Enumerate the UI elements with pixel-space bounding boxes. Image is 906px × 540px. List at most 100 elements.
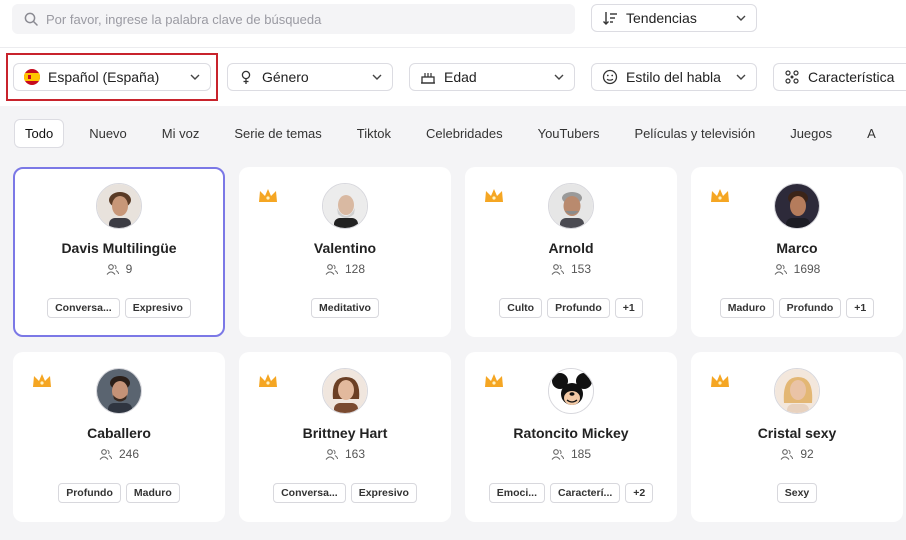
likes-value: 163 — [344, 447, 366, 461]
likes-value: 128 — [344, 262, 366, 276]
age-label: Edad — [444, 69, 477, 85]
voice-name: Davis Multilingüe — [61, 240, 177, 256]
sort-icon — [603, 12, 617, 25]
avatar — [774, 183, 820, 229]
voice-card[interactable]: Cristal sexy 92 Sexy — [691, 352, 903, 522]
voice-name: Ratoncito Mickey — [513, 425, 629, 441]
tag: Emoci... — [488, 483, 545, 503]
likes-count: 128 — [239, 262, 451, 276]
tag-list: Sexy — [691, 483, 903, 503]
tab-todo[interactable]: Todo — [14, 118, 65, 148]
tab-mi-voz[interactable]: Mi voz — [152, 120, 210, 147]
smiley-icon — [602, 69, 618, 85]
tag-list: Meditativo — [239, 298, 451, 318]
voice-card[interactable]: Caballero 246 Profundo Maduro — [13, 352, 225, 522]
likes-count: 163 — [239, 447, 451, 461]
search-input[interactable] — [46, 11, 526, 27]
tag: +2 — [625, 483, 654, 503]
tag-list: Maduro Profundo +1 — [691, 298, 903, 318]
cake-icon — [421, 73, 435, 84]
crown-icon — [485, 189, 503, 202]
users-icon — [551, 263, 564, 275]
avatar — [548, 183, 594, 229]
tag-list: Conversa... Expresivo — [239, 483, 451, 503]
likes-count: 1698 — [691, 262, 903, 276]
likes-value: 153 — [570, 262, 592, 276]
tab-serie-de-temas[interactable]: Serie de temas — [224, 120, 331, 147]
category-tabs: Todo Nuevo Mi voz Serie de temas Tiktok … — [0, 106, 906, 160]
likes-value: 185 — [570, 447, 592, 461]
tab-youtubers[interactable]: YouTubers — [528, 120, 610, 147]
voice-name: Cristal sexy — [757, 425, 837, 441]
search-box[interactable] — [12, 4, 575, 34]
voice-name: Caballero — [87, 425, 151, 441]
tag-list: Profundo Maduro — [13, 483, 225, 503]
gender-label: Género — [262, 69, 309, 85]
tag: Conversa... — [47, 298, 120, 318]
tab-overflow[interactable]: A — [857, 120, 886, 147]
tag: Caracterí... — [550, 483, 621, 503]
age-dropdown[interactable]: Edad — [409, 63, 575, 91]
users-icon — [774, 263, 787, 275]
chevron-down-icon — [554, 74, 564, 80]
top-bar: Tendencias — [0, 0, 906, 48]
gender-dropdown[interactable]: Género — [227, 63, 393, 91]
sort-dropdown[interactable]: Tendencias — [591, 4, 757, 32]
voice-card[interactable]: Davis Multilingüe 9 Conversa... Expresiv… — [13, 167, 225, 337]
tab-tiktok[interactable]: Tiktok — [347, 120, 401, 147]
voice-name: Valentino — [313, 240, 377, 256]
tab-peliculas-y-television[interactable]: Películas y televisión — [625, 120, 766, 147]
tab-celebridades[interactable]: Celebridades — [416, 120, 513, 147]
gender-icon — [241, 70, 251, 84]
language-highlight-box — [6, 53, 218, 101]
crown-icon — [485, 374, 503, 387]
voice-name: Marco — [776, 240, 818, 256]
tab-nuevo[interactable]: Nuevo — [79, 120, 137, 147]
likes-count: 92 — [691, 447, 903, 461]
sparkles-icon — [785, 70, 799, 84]
voice-card[interactable]: Ratoncito Mickey 185 Emoci... Caracterí.… — [465, 352, 677, 522]
users-icon — [99, 448, 112, 460]
chevron-down-icon — [372, 74, 382, 80]
filter-bar: Español (España) Género Edad Estilo del … — [0, 48, 906, 106]
users-icon — [325, 263, 338, 275]
tag: Expresivo — [124, 298, 191, 318]
avatar — [548, 368, 594, 414]
tag: Expresivo — [350, 483, 417, 503]
speech-style-dropdown[interactable]: Estilo del habla — [591, 63, 757, 91]
voice-card[interactable]: Valentino 128 Meditativo — [239, 167, 451, 337]
likes-value: 1698 — [793, 262, 821, 276]
voice-card[interactable]: Brittney Hart 163 Conversa... Expresivo — [239, 352, 451, 522]
likes-value: 92 — [800, 447, 814, 461]
avatar — [96, 368, 142, 414]
tag: Conversa... — [273, 483, 346, 503]
sort-label: Tendencias — [626, 10, 697, 26]
tag: Profundo — [547, 298, 610, 318]
chevron-down-icon — [736, 74, 746, 80]
likes-count: 153 — [465, 262, 677, 276]
avatar — [96, 183, 142, 229]
tag-list: Emoci... Caracterí... +2 — [465, 483, 677, 503]
search-icon — [24, 12, 38, 26]
likes-value: 9 — [125, 262, 133, 276]
likes-count: 9 — [15, 262, 223, 276]
speech-style-label: Estilo del habla — [626, 69, 721, 85]
likes-value: 246 — [118, 447, 140, 461]
avatar — [774, 368, 820, 414]
crown-icon — [711, 374, 729, 387]
tag-list: Conversa... Expresivo — [15, 298, 223, 318]
voice-card[interactable]: Arnold 153 Culto Profundo +1 — [465, 167, 677, 337]
characteristic-label: Característica — [808, 69, 895, 85]
tag: Sexy — [776, 483, 818, 503]
users-icon — [325, 448, 338, 460]
characteristic-dropdown[interactable]: Característica — [773, 63, 906, 91]
tab-juegos[interactable]: Juegos — [780, 120, 842, 147]
avatar — [322, 183, 368, 229]
tag: Maduro — [125, 483, 180, 503]
crown-icon — [259, 189, 277, 202]
tag: +1 — [846, 298, 875, 318]
voice-name: Brittney Hart — [302, 425, 388, 441]
avatar — [322, 368, 368, 414]
users-icon — [106, 263, 119, 275]
voice-card[interactable]: Marco 1698 Maduro Profundo +1 — [691, 167, 903, 337]
